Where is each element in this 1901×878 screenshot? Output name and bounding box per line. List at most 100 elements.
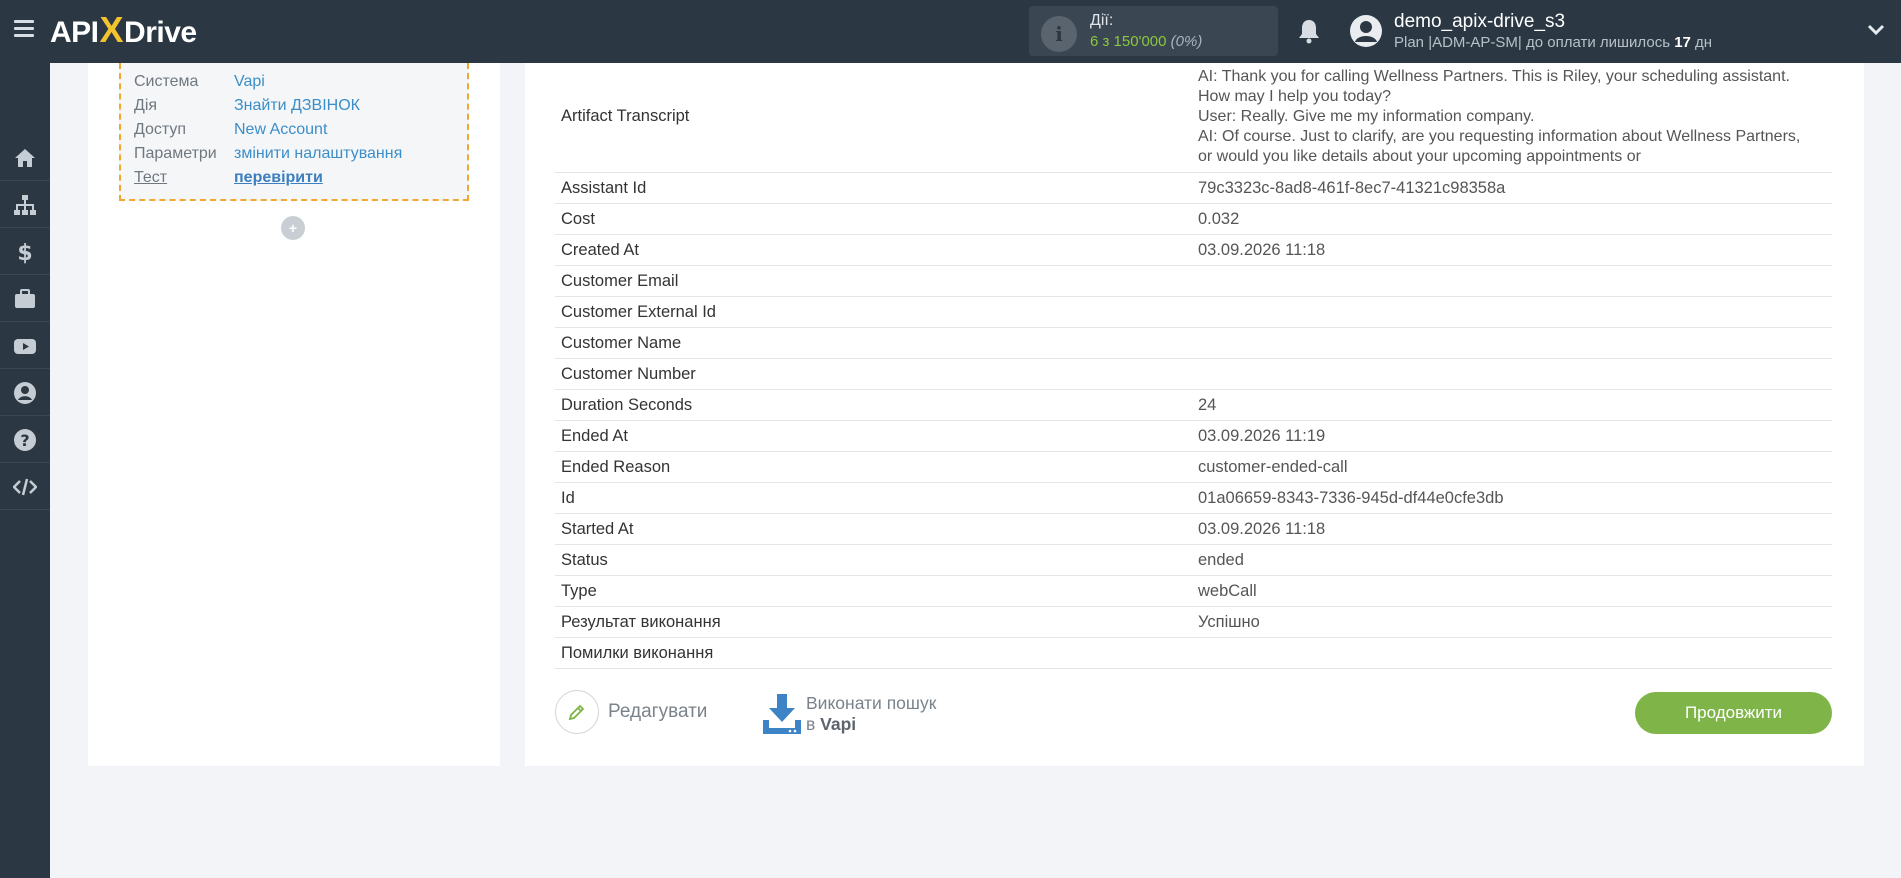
field-key: Customer Name <box>561 334 682 352</box>
field-value: 0.032 <box>1198 210 1240 228</box>
edit-label: Редагувати <box>608 701 708 722</box>
download-icon <box>763 694 801 734</box>
table-row: Type webCall <box>555 576 1832 607</box>
field-key: Started At <box>561 520 634 538</box>
summary-value-params[interactable]: змінити налаштування <box>234 145 402 163</box>
summary-value-action[interactable]: Знайти ДЗВІНОК <box>234 97 360 115</box>
edit-circle <box>555 690 599 734</box>
table-row: Customer Number <box>555 359 1832 390</box>
table-row: Cost 0.032 <box>555 204 1832 235</box>
apix-drive-logo[interactable]: APIXDrive <box>50 10 197 50</box>
sidebar-item-connections[interactable] <box>0 182 50 228</box>
top-bar: APIXDrive i Дії: 6 з 150'000 (0%) demo_a… <box>0 0 1901 63</box>
table-row: Id 01a06659-8343-7336-945d-df44e0cfe3db <box>555 483 1832 514</box>
field-value: 03.09.2026 11:18 <box>1198 241 1326 259</box>
table-row: Customer External Id <box>555 297 1832 328</box>
summary-value-access[interactable]: New Account <box>234 121 327 139</box>
run-search-button[interactable]: Виконати пошук в Vapi <box>760 691 936 737</box>
home-icon <box>15 148 35 167</box>
field-key: Status <box>561 551 608 569</box>
sidebar-item-api[interactable] <box>0 464 50 510</box>
field-key: Assistant Id <box>561 179 647 197</box>
table-row: Результат виконання Успішно <box>555 607 1832 638</box>
menu-icon[interactable] <box>14 20 34 38</box>
summary-key: Параметри <box>134 145 217 162</box>
field-key: Duration Seconds <box>561 396 693 414</box>
field-key: Id <box>561 489 575 507</box>
source-block: Система Vapi Дія Знайти ДЗВІНОК Доступ N… <box>119 63 469 201</box>
table-row: Customer Email <box>555 266 1832 297</box>
field-value: 79c3323c-8ad8-461f-8ec7-41321c98358a <box>1198 179 1506 197</box>
field-value: 24 <box>1198 396 1217 414</box>
table-row: Started At 03.09.2026 11:18 <box>555 514 1832 545</box>
table-row: Artifact Transcript AI: Thank you for ca… <box>555 63 1832 173</box>
sidebar-item-video[interactable] <box>0 323 50 369</box>
bell-icon[interactable] <box>1297 18 1321 44</box>
result-table: Artifact Transcript AI: Thank you for ca… <box>555 63 1832 669</box>
avatar-icon[interactable] <box>1349 14 1383 48</box>
pencil-icon <box>568 704 585 721</box>
field-key: Type <box>561 582 597 600</box>
field-value: webCall <box>1198 582 1257 600</box>
briefcase-icon <box>15 288 35 308</box>
info-icon: i <box>1041 16 1077 52</box>
youtube-icon <box>14 338 36 354</box>
table-row: Created At 03.09.2026 11:18 <box>555 235 1832 266</box>
field-key: Artifact Transcript <box>561 107 690 125</box>
table-row: Ended Reason customer-ended-call <box>555 452 1832 483</box>
summary-key: Тест <box>134 169 168 186</box>
code-icon <box>13 478 37 495</box>
field-key: Customer Email <box>561 272 679 290</box>
field-value: 03.09.2026 11:19 <box>1198 427 1326 445</box>
summary-key: Система <box>134 73 199 90</box>
summary-value-test[interactable]: перевірити <box>234 169 323 187</box>
field-key: Cost <box>561 210 595 228</box>
transcript-value: AI: Thank you for calling Wellness Partn… <box>1198 68 1801 165</box>
field-key: Customer External Id <box>561 303 716 321</box>
field-key: Ended At <box>561 427 628 445</box>
username[interactable]: demo_apix-drive_s3 <box>1394 11 1565 33</box>
sidebar-item-profile[interactable] <box>0 370 50 416</box>
run-search-label: Виконати пошук в Vapi <box>806 693 937 734</box>
field-value: ended <box>1198 551 1244 569</box>
actions-count: 6 з 150'000 (0%) <box>1090 33 1203 50</box>
continue-button[interactable]: Продовжити <box>1635 692 1832 734</box>
table-row: Customer Name <box>555 328 1832 359</box>
field-key: Customer Number <box>561 365 696 383</box>
chevron-down-icon[interactable] <box>1866 22 1886 38</box>
table-row: Status ended <box>555 545 1832 576</box>
user-icon <box>14 381 36 404</box>
field-value: 03.09.2026 11:18 <box>1198 520 1326 538</box>
sidebar-item-home[interactable] <box>0 135 50 181</box>
sidebar-item-help[interactable]: ? <box>0 417 50 463</box>
field-key: Created At <box>561 241 639 259</box>
table-row: Assistant Id 79c3323c-8ad8-461f-8ec7-4132… <box>555 173 1832 204</box>
sidebar: $ ? <box>0 63 50 878</box>
table-row: Помилки виконання <box>555 638 1832 669</box>
plan-info: Plan |ADM-AP-SM| до оплати лишилось 17 д… <box>1394 34 1713 51</box>
sidebar-item-services[interactable] <box>0 276 50 322</box>
test-result-panel: Artifact Transcript AI: Thank you for ca… <box>525 63 1864 766</box>
question-icon: ? <box>14 428 36 451</box>
edit-button[interactable]: Редагувати <box>555 690 707 734</box>
summary-key: Дія <box>134 97 158 114</box>
dollar-icon: $ <box>17 241 32 264</box>
add-step-button[interactable]: + <box>281 216 305 240</box>
svg-text:$: $ <box>17 241 32 264</box>
field-value: Успішно <box>1198 613 1260 631</box>
summary-value-system[interactable]: Vapi <box>234 73 265 91</box>
field-key: Помилки виконання <box>561 644 714 662</box>
sitemap-icon <box>14 194 36 215</box>
field-value: 01a06659-8343-7336-945d-df44e0cfe3db <box>1198 489 1504 507</box>
field-value: customer-ended-call <box>1198 458 1348 476</box>
svg-text:?: ? <box>20 431 29 450</box>
field-key: Результат виконання <box>561 613 721 631</box>
table-row: Duration Seconds 24 <box>555 390 1832 421</box>
sidebar-item-billing[interactable]: $ <box>0 229 50 275</box>
actions-counter[interactable]: i Дії: 6 з 150'000 (0%) <box>1029 6 1278 56</box>
actions-label: Дії: <box>1090 12 1114 29</box>
table-row: Ended At 03.09.2026 11:19 <box>555 421 1832 452</box>
connection-summary-panel: Система Vapi Дія Знайти ДЗВІНОК Доступ N… <box>88 63 500 766</box>
field-key: Ended Reason <box>561 458 671 476</box>
summary-key: Доступ <box>134 121 187 138</box>
